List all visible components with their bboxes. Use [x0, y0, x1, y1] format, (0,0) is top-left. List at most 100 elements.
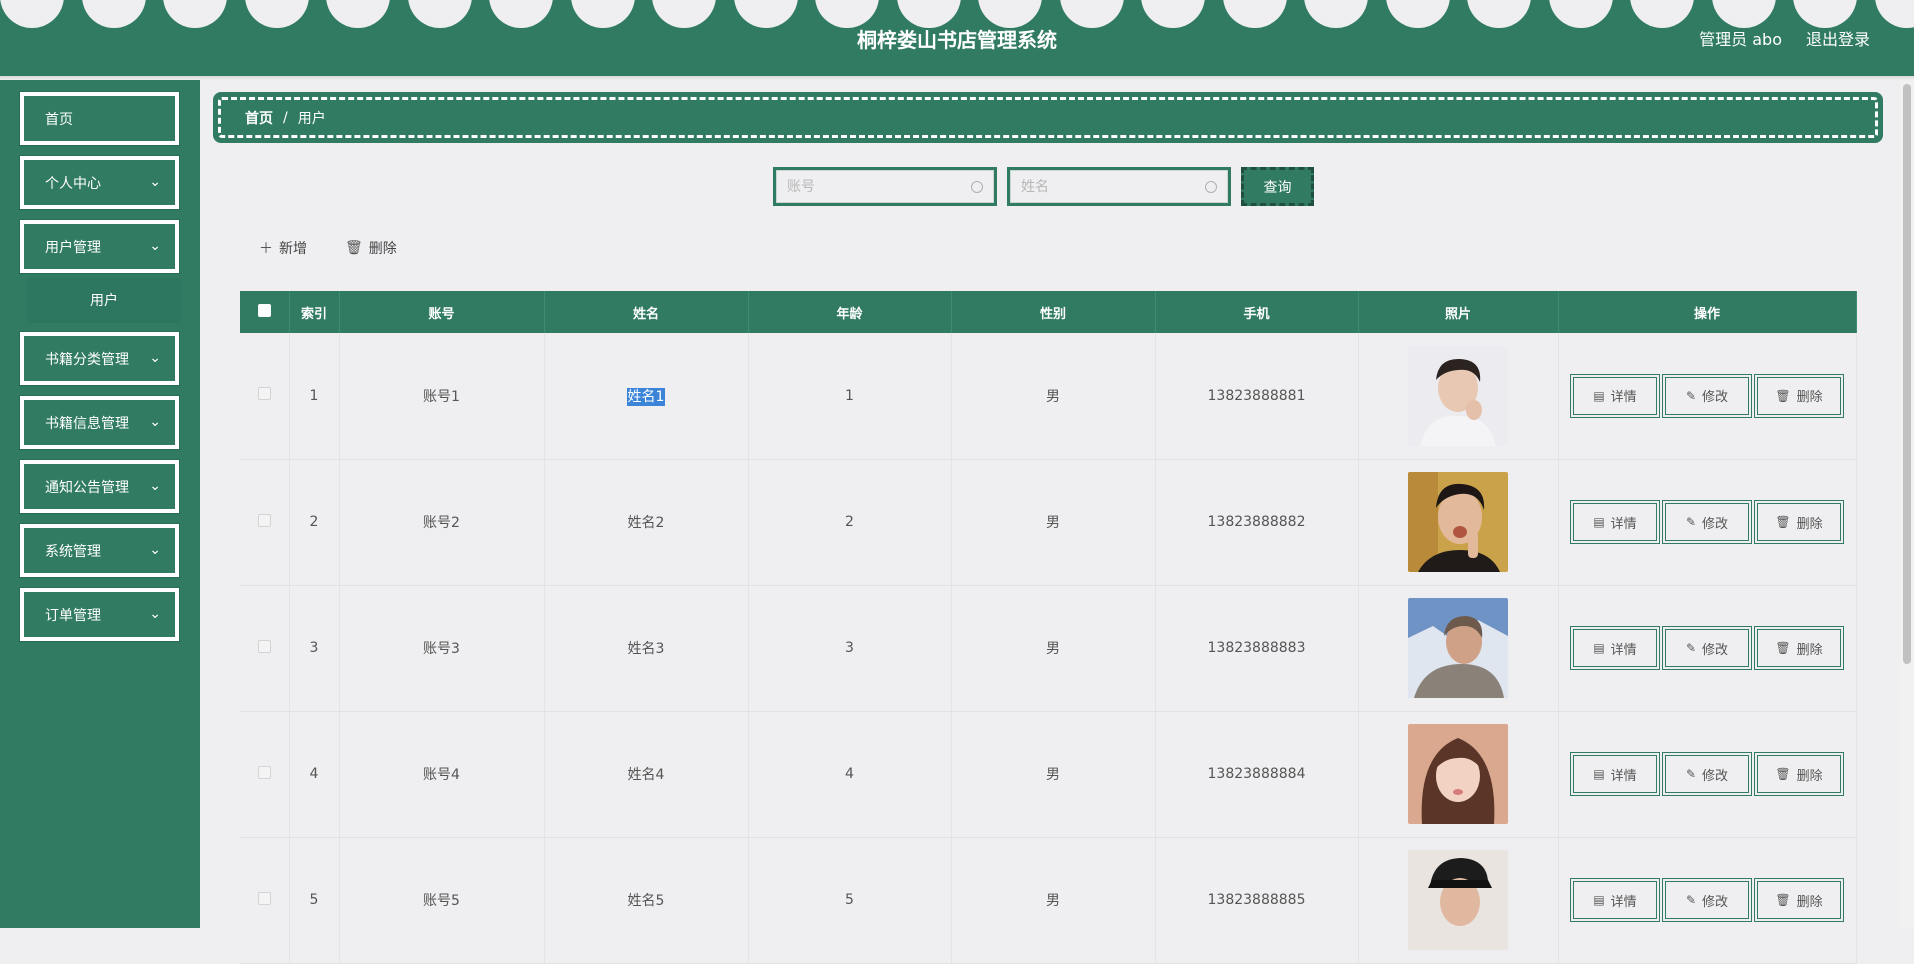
detail-label: 详情	[1610, 642, 1637, 658]
sidebar-item-notice[interactable]: 通知公告管理 ⌄	[19, 459, 180, 514]
cell-gender: 男	[951, 333, 1156, 460]
cell-age: 2	[748, 459, 952, 586]
sidebar-subitem-user[interactable]: 用户	[28, 278, 180, 321]
chevron-down-icon: ⌄	[149, 350, 161, 366]
cell-phone: 13823888885	[1155, 837, 1359, 964]
cell-account: 账号2	[339, 459, 545, 586]
pencil-icon: ✎	[1685, 515, 1697, 529]
sidebar-item-system[interactable]: 系统管理 ⌄	[19, 523, 180, 578]
user-photo[interactable]	[1408, 598, 1508, 698]
delete-label: 删除	[368, 241, 397, 257]
delete-button[interactable]: 🗑 删除	[1754, 878, 1844, 922]
search-button[interactable]: 查询	[1241, 167, 1314, 206]
document-icon: ▤	[1593, 388, 1605, 403]
table-row: 3 账号3 姓名3 3 男 13823888883 ▤ 详情 ✎ 修改 🗑 删除	[240, 585, 1857, 712]
trash-icon: 🗑	[1775, 641, 1791, 655]
column-header: 姓名	[544, 291, 749, 333]
chevron-down-icon: ⌄	[149, 606, 161, 622]
select-all-checkbox[interactable]	[257, 303, 271, 317]
delete-button[interactable]: 🗑 删除	[1754, 626, 1844, 670]
chevron-down-icon: ⌄	[149, 542, 161, 558]
cell-phone: 13823888884	[1155, 711, 1359, 838]
select-all-cell[interactable]	[240, 291, 290, 333]
delete-button[interactable]: 🗑 删除	[1754, 752, 1844, 796]
row-checkbox[interactable]	[257, 891, 271, 905]
user-photo[interactable]	[1408, 850, 1508, 950]
breadcrumb-current: 用户	[297, 110, 326, 127]
detail-button[interactable]: ▤ 详情	[1570, 373, 1660, 418]
sidebar-item-user-management[interactable]: 用户管理 ⌄	[19, 219, 180, 274]
edit-button[interactable]: ✎ 修改	[1662, 626, 1752, 670]
delete-label: 删除	[1796, 642, 1823, 658]
user-photo[interactable]	[1408, 724, 1508, 824]
cell-photo	[1358, 711, 1559, 838]
cell-operations: ▤ 详情 ✎ 修改 🗑 删除	[1558, 585, 1857, 712]
vertical-scrollbar[interactable]	[1900, 80, 1914, 928]
edit-label: 修改	[1702, 516, 1729, 532]
column-header: 操作	[1558, 291, 1857, 333]
cell-gender: 男	[951, 585, 1156, 712]
cell-name: 姓名1	[544, 333, 749, 460]
document-icon: ▤	[1593, 515, 1605, 529]
trash-icon: 🗑	[1775, 515, 1791, 529]
edit-button[interactable]: ✎ 修改	[1662, 373, 1752, 418]
detail-button[interactable]: ▤ 详情	[1570, 878, 1660, 922]
breadcrumb-home[interactable]: 首页	[245, 108, 273, 128]
trash-icon: 🗑	[1775, 767, 1791, 781]
row-checkbox[interactable]	[257, 765, 271, 779]
sidebar-item-home[interactable]: 首页	[19, 91, 180, 146]
detail-button[interactable]: ▤ 详情	[1570, 500, 1660, 544]
cell-operations: ▤ 详情 ✎ 修改 🗑 删除	[1558, 333, 1857, 460]
pencil-icon: ✎	[1685, 641, 1697, 655]
name-search-input[interactable]	[1021, 178, 1205, 195]
detail-button[interactable]: ▤ 详情	[1570, 626, 1660, 670]
sidebar-item-book-category[interactable]: 书籍分类管理 ⌄	[19, 331, 180, 386]
sidebar-item-label: 用户管理	[45, 239, 101, 256]
sidebar-item-orders[interactable]: 订单管理 ⌄	[19, 587, 180, 642]
cell-photo	[1358, 333, 1559, 460]
chevron-down-icon: ⌄	[149, 478, 161, 494]
batch-delete-button[interactable]: 🗑 删除	[345, 238, 397, 258]
plus-icon: ＋	[259, 241, 273, 257]
edit-button[interactable]: ✎ 修改	[1662, 752, 1752, 796]
sidebar-item-label: 书籍信息管理	[45, 415, 129, 432]
user-photo[interactable]	[1408, 345, 1508, 446]
column-header: 账号	[339, 291, 545, 333]
sidebar-item-label: 订单管理	[45, 607, 101, 624]
cell-account: 账号1	[339, 333, 545, 460]
delete-button[interactable]: 🗑 删除	[1754, 500, 1844, 544]
delete-button[interactable]: 🗑 删除	[1754, 373, 1844, 418]
account-search-input[interactable]	[787, 178, 971, 195]
add-button[interactable]: ＋ 新增	[259, 238, 307, 258]
cell-age: 4	[748, 711, 952, 838]
edit-button[interactable]: ✎ 修改	[1662, 500, 1752, 544]
cell-phone: 13823888881	[1155, 333, 1359, 460]
trash-icon: 🗑	[1775, 893, 1791, 907]
sidebar-item-label: 书籍分类管理	[45, 351, 129, 368]
cell-name: 姓名4	[544, 711, 749, 838]
sidebar-item-book-info[interactable]: 书籍信息管理 ⌄	[19, 395, 180, 450]
row-checkbox[interactable]	[257, 513, 271, 527]
detail-button[interactable]: ▤ 详情	[1570, 752, 1660, 796]
breadcrumb-separator: /	[283, 109, 288, 126]
cell-gender: 男	[951, 459, 1156, 586]
cell-gender: 男	[951, 711, 1156, 838]
row-checkbox[interactable]	[257, 387, 271, 401]
delete-label: 删除	[1796, 390, 1823, 406]
edit-button[interactable]: ✎ 修改	[1662, 878, 1752, 922]
name-search-box	[1007, 167, 1231, 206]
breadcrumb: 首页 / 用户	[213, 92, 1883, 143]
logout-link[interactable]: 退出登录	[1806, 26, 1870, 50]
sidebar-item-personal-center[interactable]: 个人中心 ⌄	[19, 155, 180, 210]
user-photo[interactable]	[1408, 472, 1508, 572]
cell-operations: ▤ 详情 ✎ 修改 🗑 删除	[1558, 837, 1857, 964]
cell-phone: 13823888883	[1155, 585, 1359, 712]
table-row: 1 账号1 姓名1 1 男 13823888881 ▤ 详情 ✎ 修改 🗑 删除	[240, 333, 1857, 460]
scrollbar-thumb[interactable]	[1903, 84, 1911, 664]
trash-icon: 🗑	[345, 240, 363, 256]
column-header: 索引	[289, 291, 340, 333]
table-header-row: 索引 账号 姓名 年龄 性别 手机 照片 操作	[240, 291, 1857, 333]
cell-age: 3	[748, 585, 952, 712]
row-checkbox[interactable]	[257, 639, 271, 653]
pencil-icon: ✎	[1685, 893, 1697, 907]
